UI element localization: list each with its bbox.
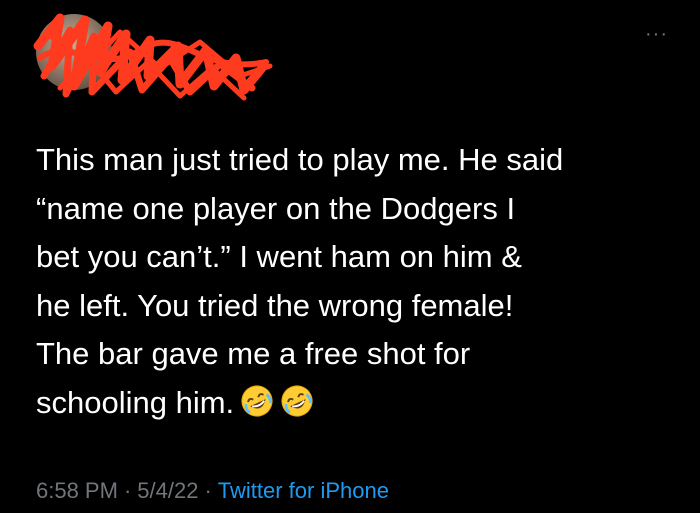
rolling-on-floor-laughing-icon [241,384,273,417]
tweet-source-link[interactable]: Twitter for iPhone [218,478,389,503]
tweet-time[interactable]: 6:58 PM [36,478,118,503]
tweet-body: This man just tried to play me. He said … [36,136,676,427]
more-options-icon[interactable]: ··· [645,24,668,44]
tweet-header: ··· [30,6,670,106]
redaction-scribble [33,13,273,101]
tweet-text: This man just tried to play me. He said … [36,142,564,420]
meta-separator: · [123,478,132,503]
meta-separator: · [204,478,212,503]
rolling-on-floor-laughing-icon [281,384,313,417]
tweet-meta: 6:58 PM · 5/4/22 · Twitter for iPhone [36,476,389,506]
tweet-date[interactable]: 5/4/22 [137,478,198,503]
tweet: ··· This man just tried to play me. He s… [0,0,700,513]
